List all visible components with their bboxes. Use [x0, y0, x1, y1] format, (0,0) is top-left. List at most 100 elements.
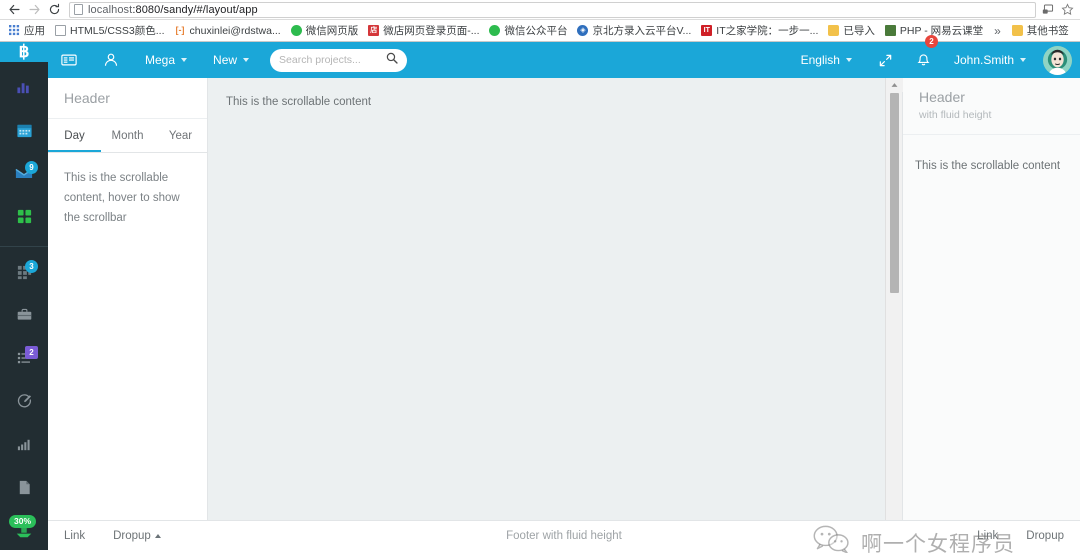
rail-item-messages[interactable]: 9 — [0, 154, 48, 197]
right-panel-title: Header — [919, 89, 965, 105]
browser-chrome: localhost:8080/sandy/#/layout/app 应用 HTM… — [0, 0, 1080, 42]
mega-menu-button[interactable]: Mega — [132, 42, 200, 78]
bookmarks-overflow-button[interactable]: » — [988, 24, 1007, 38]
footer-center-text: Footer with fluid height — [506, 529, 622, 542]
folder-icon — [1011, 25, 1023, 36]
bookmark-label: 微店网页登录页面-... — [383, 25, 480, 37]
grid-icon — [16, 208, 33, 230]
right-panel-header: Header with fluid height — [903, 78, 1080, 135]
other-bookmarks-folder[interactable]: 其他书签 — [1007, 21, 1074, 41]
main-scrollbar[interactable] — [885, 78, 903, 520]
bookmark-item[interactable]: IT IT之家学院：一步一... — [696, 21, 823, 41]
bookmark-item[interactable]: ◈ 京北方录入云平台V... — [572, 21, 696, 41]
rail-item-stats[interactable] — [0, 425, 48, 468]
main-content-area: This is the scrollable content — [208, 78, 903, 520]
notifications-badge: 2 — [924, 35, 938, 48]
footer-right-dropup[interactable]: Dropup — [1026, 530, 1064, 542]
bookmark-item[interactable]: HTML5/CSS3颜色... — [50, 21, 170, 41]
cast-icon[interactable] — [1042, 3, 1055, 16]
chevron-up-icon — [154, 533, 161, 538]
rail-item-briefcase[interactable] — [0, 296, 48, 339]
bookmark-label: chuxinlei@rdstwa... — [189, 24, 281, 37]
sidebar-body-text: This is the scrollable content, hover to… — [64, 172, 180, 224]
bookmark-label: 已导入 — [843, 25, 875, 37]
rail-badge-upload-percent: 30% — [9, 515, 37, 528]
bookmark-label: 微信公众平台 — [504, 25, 568, 37]
bookmark-label: 微信网页版 — [305, 25, 359, 37]
tab-year[interactable]: Year — [154, 119, 207, 152]
browser-toolbar: localhost:8080/sandy/#/layout/app — [0, 0, 1080, 20]
signal-bars-icon — [16, 436, 33, 458]
search-box[interactable] — [270, 48, 408, 72]
bookmark-label: 应用 — [24, 25, 45, 37]
calendar-icon — [16, 122, 33, 144]
scrollbar-thumb[interactable] — [889, 93, 899, 293]
footer-right-link[interactable]: Link — [977, 530, 998, 542]
url-host: localhost — [88, 3, 133, 16]
sidebar-tabs: Day Month Year — [48, 119, 207, 153]
scroll-up-arrow-icon[interactable] — [885, 78, 903, 92]
chevron-down-icon — [243, 58, 250, 62]
account-name-label: John.Smith — [953, 53, 1014, 67]
search-icon[interactable] — [386, 51, 398, 69]
rail-item-analytics[interactable] — [0, 68, 48, 111]
search-input[interactable] — [279, 54, 387, 66]
rail-badge-tasks: 2 — [25, 346, 38, 359]
brand-logo[interactable]: ฿ — [0, 42, 48, 62]
rail-item-widgets[interactable]: 3 — [0, 253, 48, 296]
bookmark-star-icon[interactable] — [1061, 3, 1074, 16]
new-menu-button[interactable]: New — [200, 42, 262, 78]
app-root: ฿ 9 3 2 30% Mega New Search projects... … — [0, 35, 1080, 553]
rail-badge-messages: 9 — [25, 161, 38, 174]
right-panel-body-text: This is the scrollable content — [915, 159, 1061, 172]
avatar[interactable] — [1043, 45, 1072, 75]
bookmark-label: 其他书签 — [1026, 25, 1069, 37]
tab-month[interactable]: Month — [101, 119, 154, 152]
apps-grid-icon — [9, 25, 20, 36]
bookmark-label: HTML5/CSS3颜色... — [70, 25, 165, 37]
inner-sidebar: Header Day Month Year This is the scroll… — [48, 78, 208, 520]
sidebar-toggle-button[interactable] — [48, 42, 90, 78]
reload-icon[interactable] — [44, 1, 64, 19]
language-selector[interactable]: English — [788, 42, 865, 78]
right-panel-subtitle: with fluid height — [919, 108, 992, 121]
bookmark-item[interactable]: [-] chuxinlei@rdstwa... — [170, 21, 286, 41]
bookmark-label: IT之家学院：一步一... — [716, 25, 819, 37]
address-bar[interactable]: localhost:8080/sandy/#/layout/app — [69, 1, 1036, 18]
briefcase-icon — [16, 307, 33, 329]
bookmark-item[interactable]: 已导入 — [823, 21, 880, 41]
user-menu-button[interactable] — [90, 42, 132, 78]
rail-item-apps[interactable] — [0, 197, 48, 240]
chevron-down-icon — [181, 58, 188, 62]
back-arrow-icon[interactable] — [4, 1, 24, 19]
icon-rail: ฿ 9 3 2 30% — [0, 42, 48, 550]
footer-left-dropup[interactable]: Dropup — [113, 530, 161, 542]
chevron-down-icon — [845, 58, 852, 62]
bookmark-item[interactable]: 微信网页版 — [286, 21, 364, 41]
rail-item-upload[interactable]: 30% — [0, 511, 48, 553]
notifications-button[interactable]: 2 — [906, 35, 941, 78]
footer-left-link[interactable]: Link — [64, 530, 85, 542]
rail-item-files[interactable] — [0, 468, 48, 511]
top-navbar: Mega New English — [48, 35, 1080, 78]
chevron-down-icon — [1020, 58, 1026, 62]
rail-item-calendar[interactable] — [0, 111, 48, 154]
rail-badge-widgets: 3 — [25, 260, 38, 273]
bookmark-apps[interactable]: 应用 — [4, 21, 50, 41]
bookmark-label: 京北方录入云平台V... — [592, 25, 692, 37]
body-region: Header Day Month Year This is the scroll… — [48, 78, 1080, 520]
rail-item-tasks[interactable]: 2 — [0, 339, 48, 382]
user-silhouette-icon — [103, 52, 119, 68]
php-icon — [884, 25, 896, 36]
page-info-icon — [74, 4, 83, 15]
account-menu-button[interactable]: John.Smith — [941, 42, 1039, 78]
forward-arrow-icon[interactable] — [24, 1, 44, 19]
bookmark-item[interactable]: 微信公众平台 — [484, 21, 572, 41]
mail-icon: [-] — [175, 25, 185, 35]
mega-menu-label: Mega — [145, 53, 176, 67]
rail-item-edit[interactable] — [0, 382, 48, 425]
bookmark-item[interactable]: 店 微店网页登录页面-... — [363, 21, 484, 41]
tab-day[interactable]: Day — [48, 119, 101, 152]
main-content-text: This is the scrollable content — [226, 96, 372, 108]
fullscreen-button[interactable] — [865, 42, 906, 78]
